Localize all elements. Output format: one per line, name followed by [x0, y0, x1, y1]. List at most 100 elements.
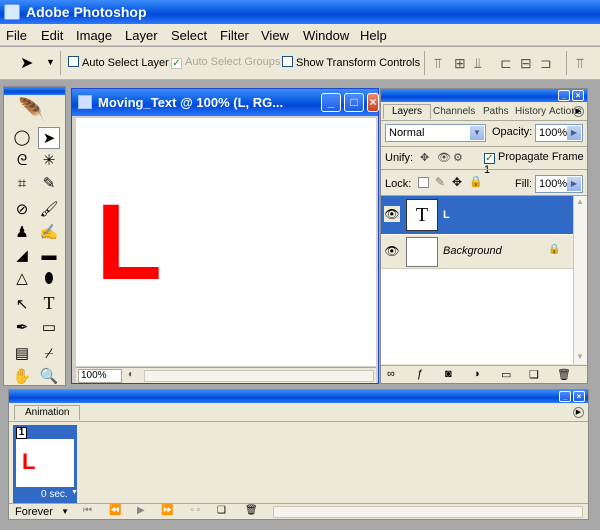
slice-tool-icon[interactable]: ✎	[38, 173, 60, 195]
palette-close-button[interactable]: ×	[573, 391, 585, 402]
unify-position-icon[interactable]: ✥	[420, 151, 429, 164]
lock-image-pixels-icon[interactable]: ✎	[435, 175, 445, 189]
move-tool-icon[interactable]: ➤	[38, 127, 60, 149]
palette-close-button[interactable]: ×	[572, 90, 584, 101]
elliptical-marquee-tool-icon[interactable]: ◯	[11, 127, 33, 149]
tab-channels[interactable]: Channels	[433, 106, 475, 117]
dodge-tool-icon[interactable]: ⬮	[38, 268, 60, 290]
pen-tool-icon[interactable]: ✒	[11, 317, 33, 339]
palette-menu-icon[interactable]: ▶	[573, 407, 584, 418]
eraser-tool-icon[interactable]: ◢	[11, 245, 33, 267]
lock-transparent-pixels-icon[interactable]	[418, 177, 429, 188]
animation-palette-title-bar[interactable]: _ ×	[9, 390, 588, 403]
palette-minimize-button[interactable]: _	[558, 90, 570, 101]
palette-minimize-button[interactable]: _	[559, 391, 571, 402]
animation-frame[interactable]: 1 L 0 sec. ▼	[13, 425, 78, 503]
menu-filter[interactable]: Filter	[220, 28, 249, 43]
trash-icon[interactable]: 🗑	[245, 505, 258, 516]
hand-tool-icon[interactable]: ✋	[11, 366, 33, 388]
tool-preset-arrow-icon[interactable]: ▼	[46, 57, 55, 67]
menu-layer[interactable]: Layer	[125, 28, 158, 43]
menu-view[interactable]: View	[261, 28, 289, 43]
brush-tool-icon[interactable]: 🖌	[38, 199, 60, 221]
layer-row-text[interactable]: 👁 T L	[381, 196, 573, 234]
link-layers-icon[interactable]: ∞	[387, 368, 395, 380]
align-left-edges-icon[interactable]: ⊏	[500, 55, 512, 72]
history-brush-tool-icon[interactable]: ✍	[38, 222, 60, 244]
layer-row-background[interactable]: 👁 Background 🔒	[381, 235, 573, 269]
type-tool-icon[interactable]: T	[38, 292, 60, 314]
tab-history[interactable]: History	[515, 106, 546, 117]
healing-brush-tool-icon[interactable]: ⊘	[11, 199, 33, 221]
layers-palette-title-bar[interactable]: _ ×	[381, 89, 587, 102]
crop-tool-icon[interactable]: ⌗	[11, 173, 33, 195]
eyedropper-tool-icon[interactable]: ⌿	[38, 343, 60, 365]
align-horizontal-centers-icon[interactable]: ⊟	[520, 55, 532, 72]
align-bottom-edges-icon[interactable]: ⫫	[474, 55, 482, 72]
new-layer-icon[interactable]: ❏	[529, 368, 539, 381]
next-frame-icon[interactable]: ⏩	[161, 505, 173, 516]
lock-all-icon[interactable]: 🔒	[469, 175, 483, 188]
menu-window[interactable]: Window	[303, 28, 349, 43]
opacity-input[interactable]: 100% ▶	[535, 124, 583, 142]
fill-input[interactable]: 100% ▶	[535, 175, 583, 193]
new-group-icon[interactable]: ▭	[501, 368, 511, 381]
minimize-button[interactable]: _	[321, 93, 341, 112]
unify-visibility-icon[interactable]: 👁	[437, 151, 451, 164]
path-selection-tool-icon[interactable]: ↖	[11, 294, 33, 316]
eye-icon[interactable]: 👁	[384, 243, 400, 259]
document-title-bar[interactable]: Moving_Text @ 100% (L, RG... _ □ ×	[72, 89, 379, 116]
menu-image[interactable]: Image	[76, 28, 112, 43]
magic-wand-tool-icon[interactable]: ✳	[38, 150, 60, 172]
scroll-up-icon[interactable]: ▲	[576, 197, 584, 206]
show-transform-controls-checkbox[interactable]: Show Transform Controls	[282, 56, 420, 69]
adjustment-layer-icon[interactable]: ◑	[473, 368, 480, 380]
gradient-tool-icon[interactable]: ▬	[38, 245, 60, 267]
layer-mask-icon[interactable]: ◙	[445, 368, 452, 380]
menu-edit[interactable]: Edit	[41, 28, 63, 43]
lock-position-icon[interactable]: ✥	[452, 175, 462, 189]
trash-icon[interactable]: 🗑	[557, 368, 571, 381]
auto-select-layer-checkbox[interactable]: Auto Select Layer	[68, 56, 169, 69]
scroll-down-icon[interactable]: ▼	[576, 352, 584, 361]
unify-style-icon[interactable]: ⚙	[453, 151, 463, 164]
app-title-bar[interactable]: Adobe Photoshop	[0, 0, 600, 24]
layers-vertical-scrollbar[interactable]: ▲ ▼	[573, 196, 587, 364]
status-menu-icon[interactable]: ◐	[128, 369, 134, 380]
first-frame-icon[interactable]: ⏮	[83, 505, 92, 516]
blend-mode-select[interactable]: Normal ▼	[385, 124, 486, 142]
distribute-icon[interactable]: ⫪	[576, 55, 584, 72]
play-icon[interactable]: ▶	[137, 505, 145, 516]
auto-select-groups-checkbox[interactable]: Auto Select Groups	[171, 56, 280, 69]
frame-delay[interactable]: 0 sec.	[41, 489, 68, 500]
menu-file[interactable]: File	[6, 28, 27, 43]
close-button[interactable]: ×	[367, 93, 379, 112]
blur-tool-icon[interactable]: △	[11, 268, 33, 290]
align-right-edges-icon[interactable]: ⊐	[540, 55, 552, 72]
propagate-frame-checkbox[interactable]: Propagate Frame 1	[484, 151, 587, 176]
zoom-tool-icon[interactable]: 🔍	[38, 366, 60, 388]
duplicate-frame-icon[interactable]: ❏	[217, 505, 226, 516]
menu-help[interactable]: Help	[360, 28, 387, 43]
canvas-text-layer[interactable]: L	[96, 188, 162, 296]
previous-frame-icon[interactable]: ⏪	[109, 505, 121, 516]
eye-icon[interactable]: 👁	[384, 206, 400, 222]
zoom-level[interactable]: 100%	[78, 369, 122, 383]
tools-palette-title-bar[interactable]	[4, 87, 65, 95]
frame-delay-arrow-icon[interactable]: ▼	[71, 489, 78, 496]
loop-select[interactable]: Forever ▼	[11, 505, 71, 519]
lasso-tool-icon[interactable]: ᘓ	[11, 150, 33, 172]
tab-paths[interactable]: Paths	[483, 106, 509, 117]
clone-stamp-tool-icon[interactable]: ♟	[11, 222, 33, 244]
layer-style-icon[interactable]: ƒ	[417, 368, 423, 380]
tab-animation[interactable]: Animation	[14, 405, 81, 420]
animation-horizontal-scrollbar[interactable]	[273, 506, 583, 518]
maximize-button[interactable]: □	[344, 93, 364, 112]
move-tool-preset-icon[interactable]: ➤	[20, 53, 33, 73]
canvas[interactable]: L	[76, 118, 376, 366]
align-top-edges-icon[interactable]: ⫪	[434, 55, 442, 72]
menu-select[interactable]: Select	[171, 28, 207, 43]
rectangle-tool-icon[interactable]: ▭	[38, 317, 60, 339]
tween-icon[interactable]: ∘∘	[189, 505, 202, 516]
notes-tool-icon[interactable]: ▤	[11, 343, 33, 365]
